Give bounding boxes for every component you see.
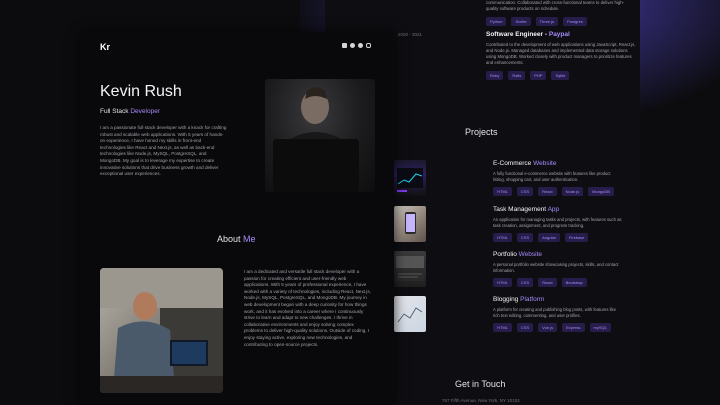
project-title-accent: App [547, 206, 560, 213]
front-page: Kr Kevin Rush Full Stack Developer I am … [80, 33, 394, 405]
experience-date: 2020 - 2021 [398, 32, 423, 37]
hero-role-text: Full Stack [100, 108, 131, 115]
tech-tag: mySQL [589, 323, 611, 332]
experience-item-paypal: Software Engineer - Paypal Contributed t… [486, 31, 636, 80]
project-description: A platform for creating and publishing b… [493, 307, 616, 318]
job-company: Paypal [548, 31, 570, 38]
experience-description: communication. Collaborated with cross-f… [486, 0, 625, 11]
tech-tag: PHP [530, 71, 547, 80]
project-tags: HTML CSS Vue.js Express mySQL [493, 323, 623, 332]
project-tags: HTML CSS React Node.js MongoDB [493, 187, 623, 196]
portrait-graphic [273, 87, 359, 192]
job-title-text: Software Engineer - [486, 31, 549, 38]
tech-tag: CSS [516, 187, 534, 196]
tech-tag: Vue.js [538, 323, 558, 332]
contact-address: 767 Fifth Avenue, New York, NY 10153 [442, 398, 520, 403]
tech-tag: CSS [516, 323, 534, 332]
instagram-icon[interactable] [366, 43, 371, 48]
about-title: About Me [217, 234, 256, 244]
project-title-text: Portfolio [493, 251, 519, 258]
tech-tag: Postgres [563, 17, 587, 26]
project-tags: HTML CSS React Bootstrap [493, 278, 623, 287]
tech-tag: HTML [493, 233, 512, 242]
tech-tag: Express [562, 323, 585, 332]
project-title-accent: Platform [520, 296, 545, 303]
tech-tag: React [538, 278, 557, 287]
task-app-thumbnail-graphic [405, 212, 416, 234]
project-tags: HTML CSS Angular Firebase [493, 233, 623, 242]
tech-tag: Firebase [564, 233, 589, 242]
experience-description: Contributed to the development of web ap… [486, 42, 636, 65]
hero-role-accent: Developer [130, 108, 160, 115]
tech-tag: React [538, 187, 557, 196]
hero-bio: I am a passionate full stack developer w… [100, 125, 227, 177]
project-title-accent: Website [533, 160, 557, 167]
project-title[interactable]: Task Management App [493, 206, 623, 213]
project-title-accent: Website [518, 251, 543, 258]
tech-tag: HTML [493, 187, 512, 196]
github-icon[interactable] [350, 43, 355, 48]
project-title[interactable]: Portfolio Website [493, 251, 623, 258]
about-text: I am a dedicated and versatile full stac… [244, 269, 371, 347]
experience-item-top: communication. Collaborated with cross-f… [486, 0, 636, 26]
tech-tag: MongoDB [588, 187, 614, 196]
project-description: An application for managing tasks and pr… [493, 217, 622, 228]
project-thumbnail[interactable] [394, 251, 426, 287]
ecommerce-thumbnail-graphic [397, 168, 423, 192]
experience-tags: Python Svelte Three.js Postgres [486, 17, 636, 26]
tech-tag: Svelte [511, 17, 531, 26]
tech-tag: Bootstrap [561, 278, 587, 287]
project-title-text: Task Management [493, 206, 548, 213]
tech-tag: CSS [516, 278, 534, 287]
contact-title: Get in Touch [455, 379, 506, 389]
tech-tag: Sqlite [551, 71, 570, 80]
hero-name: Kevin Rush [100, 83, 182, 100]
tech-tag: Angular [538, 233, 560, 242]
blog-thumbnail-graphic [397, 307, 423, 323]
project-title[interactable]: E-Commerce Website [493, 160, 623, 167]
project-thumbnail[interactable] [394, 296, 426, 332]
tech-tag: Node.js [561, 187, 584, 196]
about-photo [100, 268, 223, 393]
project-card-portfolio[interactable]: Portfolio Website A personal portfolio w… [493, 251, 623, 287]
experience-tags: Ruby Rails PHP Sqlite [486, 71, 636, 80]
about-title-accent: Me [243, 234, 256, 244]
projects-title: Projects [465, 127, 498, 137]
hero-role: Full Stack Developer [100, 108, 160, 115]
site-logo[interactable]: Kr [100, 42, 110, 52]
tech-tag: HTML [493, 323, 512, 332]
linkedin-icon[interactable] [342, 43, 347, 48]
project-thumbnail[interactable] [394, 206, 426, 242]
project-card-ecommerce[interactable]: E-Commerce Website A fully functional e-… [493, 160, 623, 196]
about-photo-graphic [100, 268, 223, 393]
project-card-task-management[interactable]: Task Management App An application for m… [493, 206, 623, 242]
tech-tag: CSS [516, 233, 534, 242]
social-links [342, 43, 371, 48]
job-title: Software Engineer - Paypal [486, 31, 636, 38]
tech-tag: Ruby [486, 71, 504, 80]
project-title[interactable]: Blogging Platform [493, 296, 623, 303]
profile-photo [265, 79, 375, 192]
project-description: A fully functional e-commerce website wi… [493, 171, 611, 182]
facebook-icon[interactable] [358, 43, 363, 48]
tech-tag: HTML [493, 278, 512, 287]
project-card-blogging[interactable]: Blogging Platform A platform for creatin… [493, 296, 623, 332]
tech-tag: Three.js [535, 17, 559, 26]
tech-tag: Python [486, 17, 507, 26]
tech-tag: Rails [508, 71, 526, 80]
project-description: A personal portfolio website showcasing … [493, 262, 619, 273]
about-title-text: About [217, 234, 244, 244]
project-title-text: E-Commerce [493, 160, 534, 167]
project-title-text: Blogging [493, 296, 521, 303]
portfolio-thumbnail-graphic [396, 256, 424, 281]
project-thumbnail[interactable] [394, 160, 426, 196]
